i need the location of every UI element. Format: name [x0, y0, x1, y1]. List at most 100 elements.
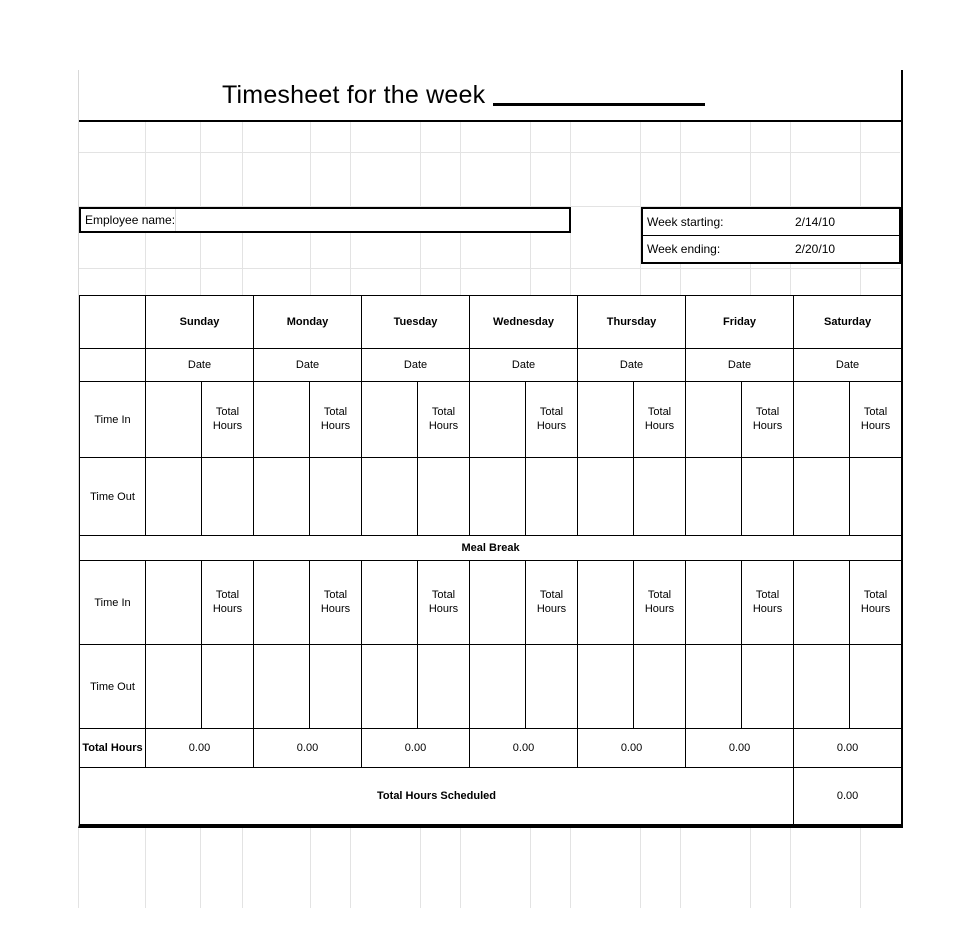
date-cell-sunday[interactable]: Date — [144, 348, 255, 382]
shift1-total-hours-sunday: Total Hours — [200, 381, 255, 458]
shift2-in-monday[interactable] — [253, 560, 311, 645]
shift1-total-hours-tuesday: Total Hours — [417, 381, 471, 458]
shift2-out-friday[interactable] — [685, 644, 743, 729]
employee-name-input[interactable] — [175, 209, 569, 231]
date-cell-saturday[interactable]: Date — [793, 348, 903, 382]
shift2-in-sunday[interactable] — [145, 560, 202, 645]
shift1-out-sunday[interactable] — [145, 457, 202, 536]
shift2-out-monday[interactable] — [253, 644, 311, 729]
shift1-out-monday[interactable] — [253, 457, 311, 536]
shift1-out-monday-total[interactable] — [309, 457, 363, 536]
total-hours-line2: Hours — [320, 602, 351, 615]
shift2-out-wednesday[interactable] — [469, 644, 527, 729]
timesheet-document: Timesheet for the week Employee name: We… — [78, 70, 903, 828]
shift2-out-tuesday[interactable] — [361, 644, 419, 729]
shift1-out-tuesday[interactable] — [361, 457, 419, 536]
shift1-in-friday[interactable] — [685, 381, 743, 458]
week-ending-value[interactable]: 2/20/10 — [791, 242, 899, 256]
shift2-out-friday-total[interactable] — [741, 644, 795, 729]
total-hours-line2: Hours — [428, 602, 459, 615]
total-hours-line1: Total — [647, 405, 672, 418]
shift2-in-tuesday[interactable] — [361, 560, 419, 645]
timesheet-table: Sunday Monday Tuesday Wednesday Thursday… — [78, 295, 903, 825]
shift2-out-monday-total[interactable] — [309, 644, 363, 729]
daily-total-friday: 0.00 — [685, 728, 795, 768]
shift2-total-hours-tuesday: Total Hours — [417, 560, 471, 645]
total-hours-line1: Total — [431, 588, 456, 601]
daily-totals-label: Total Hours — [79, 728, 146, 768]
shift2-out-wednesday-total[interactable] — [525, 644, 579, 729]
total-hours-line1: Total — [863, 405, 888, 418]
employee-name-box[interactable]: Employee name: — [79, 207, 571, 233]
shift2-in-wednesday[interactable] — [469, 560, 527, 645]
week-blank-line[interactable] — [493, 83, 706, 106]
total-hours-line2: Hours — [428, 419, 459, 432]
shift2-out-thursday[interactable] — [577, 644, 635, 729]
date-cell-monday[interactable]: Date — [253, 348, 363, 382]
shift1-out-saturday[interactable] — [793, 457, 851, 536]
shift2-out-saturday-total[interactable] — [849, 644, 903, 729]
total-hours-line2: Hours — [752, 602, 783, 615]
date-cell-tuesday[interactable]: Date — [361, 348, 471, 382]
shift2-in-thursday[interactable] — [577, 560, 635, 645]
scheduled-total-row: Total Hours Scheduled 0.00 — [78, 767, 903, 825]
total-hours-line2: Hours — [644, 602, 675, 615]
shift2-total-hours-thursday: Total Hours — [633, 560, 687, 645]
shift1-total-hours-friday: Total Hours — [741, 381, 795, 458]
total-hours-line1: Total — [539, 405, 564, 418]
shift2-out-saturday[interactable] — [793, 644, 851, 729]
shift1-out-friday-total[interactable] — [741, 457, 795, 536]
day-header-thursday: Thursday — [577, 295, 687, 349]
scheduled-total-value: 0.00 — [793, 767, 903, 825]
shift1-out-thursday[interactable] — [577, 457, 635, 536]
shift1-time-out-row: Time Out — [79, 457, 903, 536]
total-hours-line2: Hours — [536, 419, 567, 432]
spacer-row-three — [79, 263, 901, 295]
week-ending-label: Week ending: — [647, 242, 721, 256]
shift1-in-wednesday[interactable] — [469, 381, 527, 458]
shift2-out-tuesday-total[interactable] — [417, 644, 471, 729]
shift2-out-sunday-total[interactable] — [200, 644, 255, 729]
daily-total-monday: 0.00 — [253, 728, 363, 768]
total-hours-line2: Hours — [320, 419, 351, 432]
shift1-in-saturday[interactable] — [793, 381, 851, 458]
page-title: Timesheet for the week — [222, 81, 706, 110]
shift1-out-wednesday-total[interactable] — [525, 457, 579, 536]
total-hours-line1: Total — [215, 405, 240, 418]
total-hours-line1: Total — [539, 588, 564, 601]
day-header-sunday: Sunday — [144, 295, 255, 349]
shift1-time-out-label: Time Out — [79, 457, 146, 536]
shift1-out-sunday-total[interactable] — [200, 457, 255, 536]
date-cell-friday[interactable]: Date — [685, 348, 795, 382]
total-hours-line1: Total — [755, 405, 780, 418]
shift2-out-thursday-total[interactable] — [633, 644, 687, 729]
shift1-out-friday[interactable] — [685, 457, 743, 536]
shift1-in-monday[interactable] — [253, 381, 311, 458]
shift2-in-saturday[interactable] — [793, 560, 851, 645]
daily-total-thursday: 0.00 — [577, 728, 687, 768]
shift2-out-sunday[interactable] — [145, 644, 202, 729]
shift1-out-saturday-total[interactable] — [849, 457, 903, 536]
date-cell-thursday[interactable]: Date — [577, 348, 687, 382]
spacer-row-top — [79, 122, 901, 158]
date-row-corner — [79, 348, 146, 382]
shift1-in-tuesday[interactable] — [361, 381, 419, 458]
shift1-out-thursday-total[interactable] — [633, 457, 687, 536]
meal-break-label: Meal Break — [78, 535, 903, 561]
daily-total-sunday: 0.00 — [144, 728, 255, 768]
week-range-box: Week starting: 2/14/10 Week ending: 2/20… — [641, 207, 901, 264]
daily-totals-row: Total Hours 0.00 0.00 0.00 0.00 0.00 0.0… — [79, 728, 903, 768]
spacer-row-two — [79, 158, 901, 207]
shift2-in-friday[interactable] — [685, 560, 743, 645]
shift1-time-in-label: Time In — [79, 381, 146, 458]
shift2-total-hours-sunday: Total Hours — [200, 560, 255, 645]
shift1-in-thursday[interactable] — [577, 381, 635, 458]
shift1-out-tuesday-total[interactable] — [417, 457, 471, 536]
date-cell-wednesday[interactable]: Date — [469, 348, 579, 382]
shift1-total-hours-wednesday: Total Hours — [525, 381, 579, 458]
week-ending-row: Week ending: 2/20/10 — [643, 235, 899, 262]
shift1-out-wednesday[interactable] — [469, 457, 527, 536]
week-starting-value[interactable]: 2/14/10 — [791, 215, 899, 229]
shift1-in-sunday[interactable] — [145, 381, 202, 458]
shift2-total-hours-friday: Total Hours — [741, 560, 795, 645]
